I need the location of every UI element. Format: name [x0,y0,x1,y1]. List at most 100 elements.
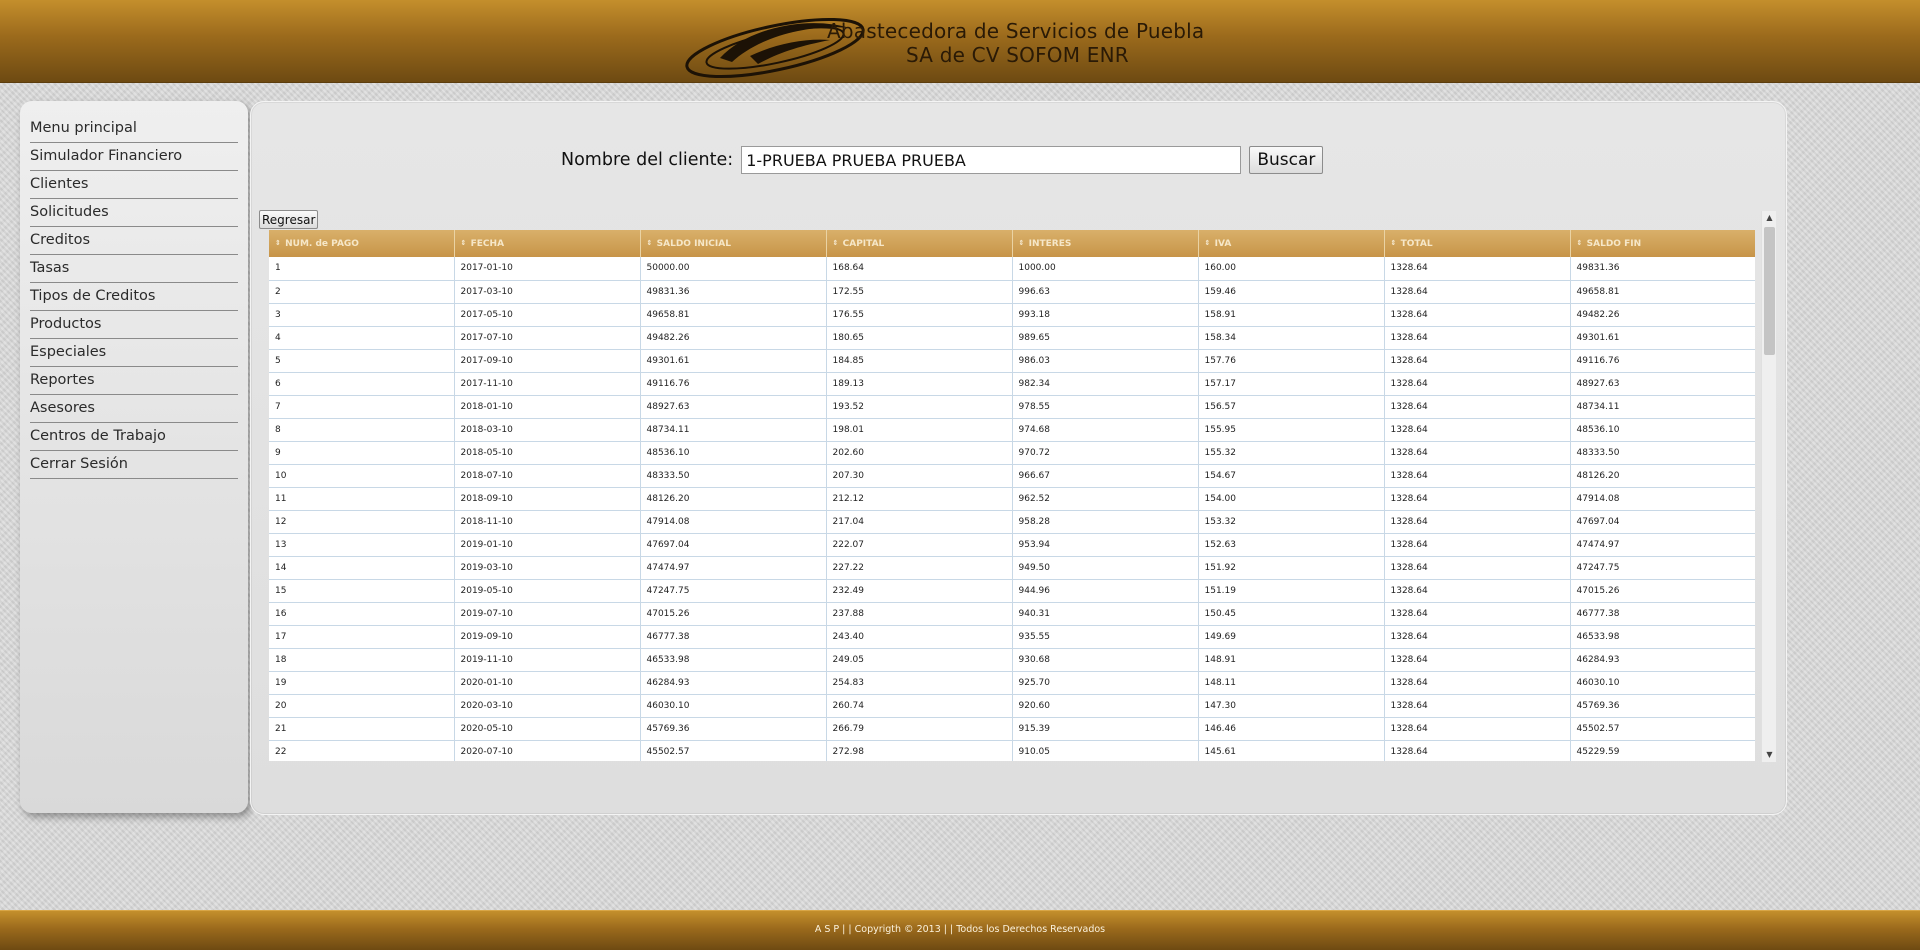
sidebar-menu: Menu principal Simulador Financiero Clie… [20,101,248,813]
table-cell: 154.00 [1198,487,1385,511]
column-header[interactable]: ⇕ IVA [1198,230,1385,257]
sidebar-item-simulador-financiero[interactable]: Simulador Financiero [30,143,238,171]
table-cell: 953.94 [1012,533,1199,557]
scroll-thumb[interactable] [1764,227,1775,355]
sidebar-item-especiales[interactable]: Especiales [30,339,238,367]
table-cell: 4 [269,326,455,350]
table-cell: 49301.61 [1570,326,1755,350]
sidebar-item-reportes[interactable]: Reportes [30,367,238,395]
client-name-input[interactable] [741,146,1242,174]
table-cell: 49301.61 [640,349,827,373]
table-row: 7 2018-01-10 48927.63 193.52 978.55 156.57 132… [269,395,1755,419]
table-cell: 46533.98 [640,648,827,672]
sidebar-item-clientes[interactable]: Clientes [30,171,238,199]
table-cell: 49658.81 [1570,280,1755,304]
table-cell: 172.55 [826,280,1013,304]
table-cell: 2020-03-10 [454,694,641,718]
table-cell: 2017-09-10 [454,349,641,373]
scroll-up-arrow-icon[interactable]: ▲ [1762,211,1777,225]
column-header[interactable]: ⇕ INTERES [1012,230,1199,257]
table-cell: 1328.64 [1384,303,1571,327]
scroll-down-arrow-icon[interactable]: ▼ [1762,748,1777,762]
table-cell: 958.28 [1012,510,1199,534]
table-cell: 2018-09-10 [454,487,641,511]
column-header[interactable]: ⇕ SALDO FIN [1570,230,1755,257]
table-cell: 3 [269,303,455,327]
table-cell: 168.64 [826,257,1013,281]
table-cell: 1328.64 [1384,671,1571,695]
sidebar-item-menu-principal[interactable]: Menu principal [30,115,238,143]
table-cell: 970.72 [1012,441,1199,465]
table-cell: 48126.20 [1570,464,1755,488]
table-cell: 978.55 [1012,395,1199,419]
table-cell: 47247.75 [640,579,827,603]
table-cell: 212.12 [826,487,1013,511]
table-cell: 1328.64 [1384,648,1571,672]
table-cell: 48927.63 [640,395,827,419]
table-cell: 50000.00 [640,257,827,281]
table-cell: 13 [269,533,455,557]
sidebar-item-solicitudes[interactable]: Solicitudes [30,199,238,227]
table-cell: 150.45 [1198,602,1385,626]
sidebar-item-creditos[interactable]: Creditos [30,227,238,255]
table-cell: 47914.08 [1570,487,1755,511]
table-scrollbar[interactable]: ▲ ▼ [1761,211,1776,762]
column-header-label: IVA [1214,238,1232,249]
table-cell: 5 [269,349,455,373]
table-cell: 2019-07-10 [454,602,641,626]
table-cell: 146.46 [1198,717,1385,741]
swoosh-logo-icon [685,17,865,79]
table-row: 13 2019-01-10 47697.04 222.07 953.94 152.63 13… [269,533,1755,557]
table-cell: 2017-07-10 [454,326,641,350]
column-header-label: SALDO FIN [1586,238,1642,249]
sidebar-item-tipos-de-creditos[interactable]: Tipos de Creditos [30,283,238,311]
table-cell: 46777.38 [640,625,827,649]
table-cell: 2017-11-10 [454,372,641,396]
sidebar-item-centros-de-trabajo[interactable]: Centros de Trabajo [30,423,238,451]
table-cell: 160.00 [1198,257,1385,281]
column-header[interactable]: ⇕ TOTAL [1384,230,1571,257]
table-row: 14 2019-03-10 47474.97 227.22 949.50 151.92 13… [269,556,1755,580]
table-cell: 48734.11 [640,418,827,442]
sort-icon: ⇕ [832,238,839,247]
table-cell: 996.63 [1012,280,1199,304]
table-row: 3 2017-05-10 49658.81 176.55 993.18 158.91 132… [269,303,1755,327]
table-cell: 2019-05-10 [454,579,641,603]
table-cell: 46284.93 [640,671,827,695]
table-cell: 49658.81 [640,303,827,327]
column-header[interactable]: ⇕ FECHA [454,230,641,257]
column-header-label: TOTAL [1400,238,1433,249]
column-header[interactable]: ⇕ CAPITAL [826,230,1013,257]
table-cell: 46533.98 [1570,625,1755,649]
table-cell: 966.67 [1012,464,1199,488]
table-cell: 949.50 [1012,556,1199,580]
table-cell: 17 [269,625,455,649]
table-row: 16 2019-07-10 47015.26 237.88 940.31 150.45 13… [269,602,1755,626]
sidebar-item-cerrar-sesion[interactable]: Cerrar Sesión [30,451,238,479]
table-cell: 151.19 [1198,579,1385,603]
table-cell: 198.01 [826,418,1013,442]
table-cell: 1328.64 [1384,395,1571,419]
table-row: 2 2017-03-10 49831.36 172.55 996.63 159.46 132… [269,280,1755,304]
table-cell: 1328.64 [1384,326,1571,350]
table-cell: 1328.64 [1384,257,1571,281]
search-button[interactable]: Buscar [1249,146,1324,174]
column-header[interactable]: ⇕ NUM. de PAGO [269,230,455,257]
table-cell: 47697.04 [1570,510,1755,534]
table-row: 8 2018-03-10 48734.11 198.01 974.68 155.95 132… [269,418,1755,442]
table-cell: 940.31 [1012,602,1199,626]
table-body: 1 2017-01-10 50000.00 168.64 1000.00 160.00 13… [269,257,1755,761]
sidebar-item-productos[interactable]: Productos [30,311,238,339]
table-row: 15 2019-05-10 47247.75 232.49 944.96 151.19 13… [269,579,1755,603]
column-header[interactable]: ⇕ SALDO INICIAL [640,230,827,257]
back-button[interactable]: Regresar [259,210,319,229]
table-cell: 2017-05-10 [454,303,641,327]
sidebar-item-asesores[interactable]: Asesores [30,395,238,423]
amortization-table-container: ⇕ NUM. de PAGO ⇕ FECHA ⇕ SALDO INICIAL ⇕ CA… [269,230,1755,761]
table-row: 1 2017-01-10 50000.00 168.64 1000.00 160.00 13… [269,257,1755,281]
sidebar-item-tasas[interactable]: Tasas [30,255,238,283]
table-row: 4 2017-07-10 49482.26 180.65 989.65 158.34 132… [269,326,1755,350]
table-cell: 272.98 [826,740,1013,761]
table-cell: 202.60 [826,441,1013,465]
table-cell: 920.60 [1012,694,1199,718]
